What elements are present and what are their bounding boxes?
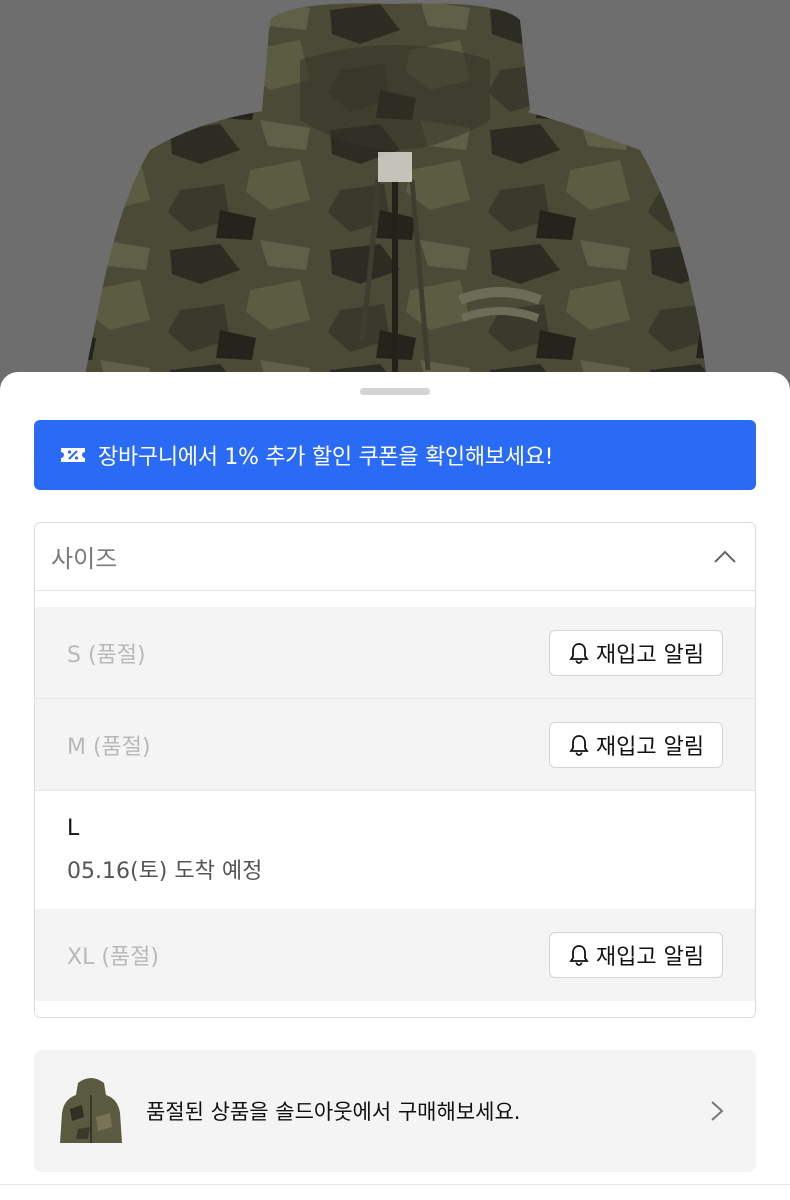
size-option-s: S (품절) 재입고 알림 xyxy=(35,607,755,699)
sheet-drag-handle[interactable] xyxy=(360,388,430,395)
coupon-banner-text: 장바구니에서 1% 추가 할인 쿠폰을 확인해보세요! xyxy=(98,445,554,470)
size-option-m: M (품절) 재입고 알림 xyxy=(35,699,755,791)
soldout-promo-banner[interactable]: 품절된 상품을 솔드아웃에서 구매해보세요. xyxy=(34,1050,756,1172)
coupon-banner[interactable]: 장바구니에서 1% 추가 할인 쿠폰을 확인해보세요! xyxy=(34,420,756,490)
restock-alert-button-m[interactable]: 재입고 알림 xyxy=(549,721,723,768)
delivery-eta: 05.16(토) 도착 예정 xyxy=(67,858,263,884)
restock-button-label: 재입고 알림 xyxy=(595,734,705,760)
restock-button-label: 재입고 알림 xyxy=(595,945,705,970)
soldout-promo-text: 품절된 상품을 솔드아웃에서 구매해보세요. xyxy=(146,1100,521,1124)
chevron-right-icon xyxy=(711,1101,724,1121)
option-bottom-sheet: 장바구니에서 1% 추가 할인 쿠폰을 확인해보세요! 사이즈 S (품절) 재… xyxy=(0,372,790,1200)
size-option-label: S (품절) xyxy=(67,642,146,668)
product-thumbnail xyxy=(56,1073,126,1149)
bell-icon xyxy=(569,734,589,756)
bell-icon xyxy=(569,945,589,966)
chevron-up-icon xyxy=(714,550,736,563)
restock-alert-button-xl[interactable]: 재입고 알림 xyxy=(549,932,723,978)
size-dropdown-label: 사이즈 xyxy=(51,545,118,573)
size-option-xl: XL (품절) 재입고 알림 xyxy=(35,909,755,1001)
restock-button-label: 재입고 알림 xyxy=(595,642,705,668)
size-option-label: L xyxy=(67,815,80,841)
size-option-l[interactable]: L 05.16(토) 도착 예정 xyxy=(35,791,755,909)
size-dropdown-header[interactable]: 사이즈 xyxy=(35,523,755,591)
bell-icon xyxy=(569,642,589,664)
size-option-label: M (품절) xyxy=(67,734,151,760)
product-image xyxy=(0,0,790,400)
divider xyxy=(0,1184,790,1185)
restock-alert-button-s[interactable]: 재입고 알림 xyxy=(549,629,723,676)
size-option-label: XL (품절) xyxy=(67,945,159,970)
size-dropdown: 사이즈 S (품절) 재입고 알림 M (품절) 재입고 알림 L 05.16(… xyxy=(34,522,756,1018)
coupon-icon xyxy=(61,448,85,462)
size-option-list: S (품절) 재입고 알림 M (품절) 재입고 알림 L 05.16(토) 도… xyxy=(35,591,755,1001)
